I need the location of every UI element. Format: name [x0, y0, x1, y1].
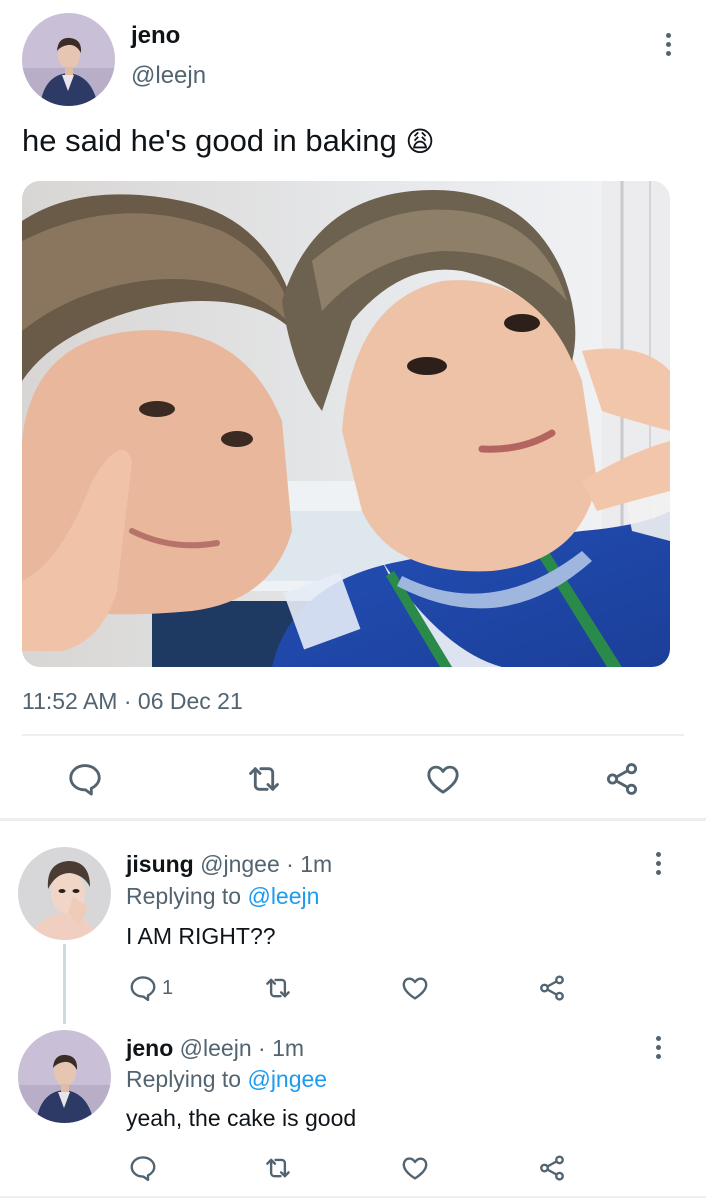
heart-icon	[402, 1157, 428, 1180]
reply-age: 1m	[300, 851, 333, 877]
tweet-text-body: he said he's good in baking	[22, 123, 397, 158]
header-separator: ·	[286, 851, 294, 877]
retweet-icon	[266, 1158, 290, 1178]
reply-avatar[interactable]	[18, 847, 111, 940]
like-button[interactable]	[400, 973, 430, 1003]
reply-header: jeno @leejn · 1m	[126, 1035, 304, 1062]
share-button[interactable]	[603, 760, 641, 798]
replying-to-label: Replying to	[126, 1066, 242, 1092]
reply-text: I AM RIGHT??	[126, 923, 276, 949]
author-avatar[interactable]	[22, 13, 115, 106]
reply-author-handle[interactable]: @leejn	[180, 1035, 252, 1061]
weary-face-emoji: 😩	[405, 126, 435, 157]
replying-to: Replying to @leejn	[126, 883, 319, 910]
like-button[interactable]	[424, 760, 462, 798]
replying-to: Replying to @jngee	[126, 1066, 327, 1093]
reply-button[interactable]	[128, 1153, 158, 1183]
reply-author-name[interactable]: jeno	[126, 1035, 173, 1061]
retweet-button[interactable]	[245, 760, 283, 798]
thread-connector-line	[63, 944, 66, 1024]
tweet-photo[interactable]	[22, 181, 670, 667]
timestamp-divider	[22, 734, 684, 736]
replying-to-label: Replying to	[126, 883, 242, 909]
bottom-divider	[0, 1196, 706, 1198]
share-nodes-icon	[540, 1155, 564, 1181]
replying-to-handle[interactable]: @leejn	[247, 883, 319, 909]
share-button[interactable]	[537, 1153, 567, 1183]
share-nodes-icon	[606, 763, 638, 795]
reply-text: yeah, the cake is good	[126, 1105, 357, 1131]
tweet-text: he said he's good in baking 😩	[22, 123, 435, 159]
section-divider	[0, 818, 706, 821]
reply-age: 1m	[272, 1035, 305, 1061]
reply-header: jisung @jngee · 1m	[126, 851, 332, 878]
retweet-button[interactable]	[263, 973, 293, 1003]
author-handle[interactable]: @leejn	[131, 62, 206, 90]
heart-icon	[402, 977, 428, 1000]
reply-author-name[interactable]: jisung	[126, 851, 194, 877]
reply-count: 1	[162, 976, 174, 999]
speech-bubble-icon	[69, 764, 101, 796]
like-button[interactable]	[400, 1153, 430, 1183]
share-button[interactable]	[537, 973, 567, 1003]
reply-button[interactable]	[66, 760, 104, 798]
speech-bubble-icon	[130, 976, 156, 1002]
heart-icon	[427, 765, 459, 794]
retweet-button[interactable]	[263, 1153, 293, 1183]
tweet-timestamp: 11:52 AM · 06 Dec 21	[22, 688, 243, 714]
header-separator: ·	[258, 1035, 266, 1061]
more-options-icon[interactable]	[653, 1036, 663, 1063]
reply-button[interactable]: 1	[128, 973, 173, 1003]
retweet-icon	[249, 767, 279, 791]
reply-avatar[interactable]	[18, 1030, 111, 1123]
reply-author-handle[interactable]: @jngee	[200, 851, 280, 877]
share-nodes-icon	[540, 975, 564, 1001]
more-options-icon[interactable]	[653, 852, 663, 879]
author-name[interactable]: jeno	[131, 22, 180, 50]
speech-bubble-icon	[130, 1156, 156, 1182]
more-options-icon[interactable]	[663, 33, 673, 60]
retweet-icon	[266, 978, 290, 998]
replying-to-handle[interactable]: @jngee	[247, 1066, 327, 1092]
